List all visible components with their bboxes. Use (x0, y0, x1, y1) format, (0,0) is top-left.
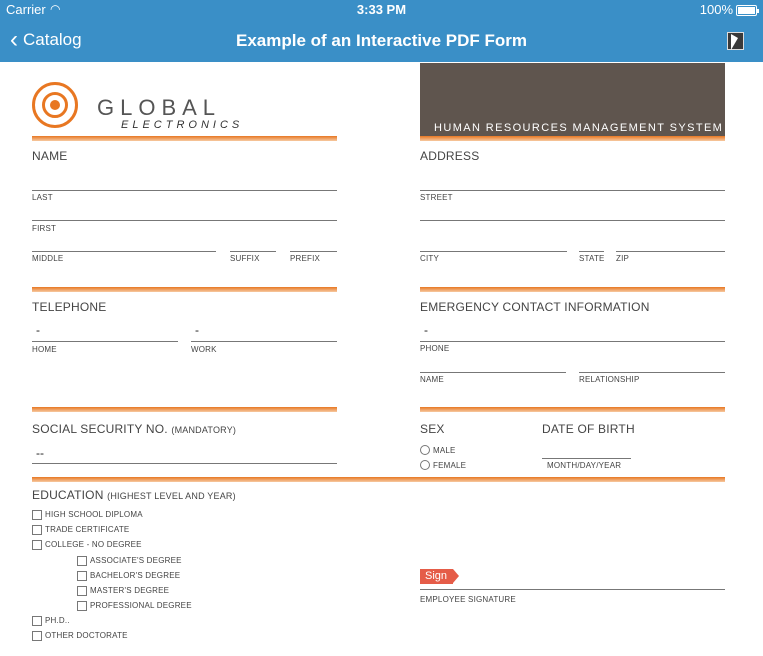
male-radio[interactable] (420, 445, 430, 455)
ssn-field[interactable] (32, 463, 337, 464)
associate-degree-checkbox[interactable] (77, 556, 87, 566)
page-title: Example of an Interactive PDF Form (236, 31, 527, 50)
work-phone-field[interactable] (191, 341, 337, 342)
zip-label: ZIP (616, 254, 630, 263)
sign-button[interactable]: Sign (420, 569, 460, 584)
city-field[interactable] (420, 251, 567, 252)
dob-section-title: DATE OF BIRTH (542, 422, 635, 436)
ssn-note: (MANDATORY) (171, 425, 237, 435)
street-field[interactable] (420, 190, 725, 191)
high-school-label: HIGH SCHOOL DIPLOMA (45, 510, 143, 519)
sex-section-title: SEX (420, 422, 445, 436)
female-label: FEMALE (433, 461, 467, 470)
last-name-field[interactable] (32, 190, 337, 191)
dob-field[interactable] (542, 458, 631, 459)
banner-title: HUMAN RESOURCES MANAGEMENT SYSTEM (434, 122, 724, 134)
relationship-label: RELATIONSHIP (579, 375, 640, 384)
status-bar: Carrier ◠ 3:33 PM 100% (0, 0, 763, 20)
ssn-section-title: SOCIAL SECURITY NO. (MANDATORY) (32, 422, 236, 436)
male-label: MALE (433, 446, 456, 455)
section-divider (32, 407, 337, 412)
emergency-name-label: NAME (420, 375, 444, 384)
professional-degree-label: PROFESSIONAL DEGREE (90, 601, 192, 610)
battery-percent: 100% (699, 2, 733, 17)
signature-field[interactable] (420, 589, 725, 590)
logo-text-electronics: ELECTRONICS (121, 119, 244, 131)
master-degree-checkbox[interactable] (77, 586, 87, 596)
signature-label: EMPLOYEE SIGNATURE (420, 595, 516, 604)
telephone-section-title: TELEPHONE (32, 300, 107, 314)
other-doctorate-checkbox[interactable] (32, 631, 42, 641)
last-label: LAST (32, 193, 53, 202)
section-divider (32, 287, 337, 292)
navigation-bar: ‹ Catalog Example of an Interactive PDF … (0, 20, 763, 62)
section-divider (32, 136, 337, 141)
battery-icon (736, 5, 759, 16)
master-degree-label: MASTER'S DEGREE (90, 586, 170, 595)
street-label: STREET (420, 193, 453, 202)
name-section-title: NAME (32, 149, 68, 163)
zip-field[interactable] (616, 251, 725, 252)
street-field-2[interactable] (420, 220, 725, 221)
suffix-field[interactable] (230, 251, 276, 252)
suffix-label: SUFFIX (230, 254, 260, 263)
female-radio[interactable] (420, 460, 430, 470)
dob-format-label: MONTH/DAY/YEAR (547, 461, 622, 470)
college-no-degree-label: COLLEGE - NO DEGREE (45, 540, 142, 549)
work-label: WORK (191, 345, 217, 354)
mouse-pointer-icon (731, 34, 738, 50)
state-field[interactable] (579, 251, 604, 252)
other-doctorate-label: OTHER DOCTORATE (45, 631, 128, 640)
section-divider (420, 407, 725, 412)
home-phone-value: - (36, 323, 40, 337)
work-phone-value: - (195, 323, 199, 337)
home-label: HOME (32, 345, 57, 354)
emergency-phone-field[interactable] (420, 341, 725, 342)
trade-certificate-checkbox[interactable] (32, 525, 42, 535)
status-time: 3:33 PM (356, 2, 407, 17)
education-title-text: EDUCATION (32, 488, 104, 502)
address-section-title: ADDRESS (420, 149, 480, 163)
middle-name-field[interactable] (32, 251, 216, 252)
bachelor-degree-label: BACHELOR'S DEGREE (90, 571, 181, 580)
first-label: FIRST (32, 224, 57, 233)
associate-degree-label: ASSOCIATE'S DEGREE (90, 556, 182, 565)
ssn-value: -- (36, 446, 44, 460)
high-school-checkbox[interactable] (32, 510, 42, 520)
emergency-name-field[interactable] (420, 372, 566, 373)
phd-label: PH.D.. (45, 616, 70, 625)
first-name-field[interactable] (32, 220, 337, 221)
company-logo-icon (32, 82, 78, 128)
section-divider (420, 136, 725, 141)
emergency-section-title: EMERGENCY CONTACT INFORMATION (420, 300, 650, 314)
education-note: (HIGHEST LEVEL AND YEAR) (107, 491, 236, 501)
prefix-label: PREFIX (290, 254, 321, 263)
section-divider (420, 287, 725, 292)
logo-text-global: GLOBAL (97, 95, 222, 120)
bachelor-degree-checkbox[interactable] (77, 571, 87, 581)
city-label: CITY (420, 254, 440, 263)
section-divider (32, 477, 725, 482)
ssn-title-text: SOCIAL SECURITY NO. (32, 422, 168, 436)
professional-degree-checkbox[interactable] (77, 601, 87, 611)
pdf-form-page: GLOBAL ELECTRONICS HUMAN RESOURCES MANAG… (0, 62, 763, 656)
home-phone-field[interactable] (32, 341, 178, 342)
college-no-degree-checkbox[interactable] (32, 540, 42, 550)
middle-label: MIDDLE (32, 254, 64, 263)
education-section-title: EDUCATION (HIGHEST LEVEL AND YEAR) (32, 488, 236, 502)
prefix-field[interactable] (290, 251, 337, 252)
emergency-phone-value: - (424, 323, 428, 337)
phd-checkbox[interactable] (32, 616, 42, 626)
trade-certificate-label: TRADE CERTIFICATE (45, 525, 130, 534)
relationship-field[interactable] (579, 372, 725, 373)
state-label: STATE (579, 254, 605, 263)
emergency-phone-label: PHONE (420, 344, 450, 353)
